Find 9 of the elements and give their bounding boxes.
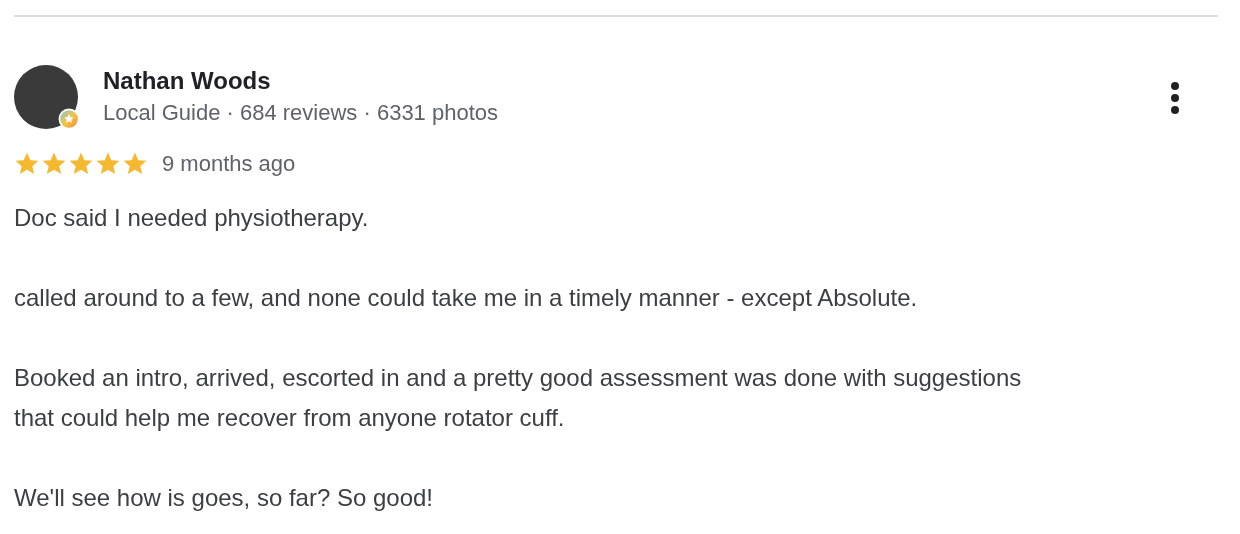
review-paragraph: We'll see how is goes, so far? So good! <box>14 483 435 513</box>
reviewer-stats: Local Guide · 684 reviews · 6331 photos <box>103 99 499 127</box>
reviewer-name[interactable]: Nathan Woods <box>103 66 1170 96</box>
review-date: 9 months ago <box>162 151 296 177</box>
review-paragraph: Booked an intro, arrived, escorted in and a pretty good assessment was done with suggestions that could help me recover from anyone rotator cuff. <box>14 363 1023 433</box>
local-guide-badge-icon <box>58 108 80 130</box>
review-paragraph: Doc said I needed physiotherapy. <box>14 203 370 233</box>
review-paragraph: called around to a few, and none could take me in a timely manner - except Absolute. <box>14 283 919 313</box>
more-options-icon[interactable] <box>1170 81 1180 115</box>
